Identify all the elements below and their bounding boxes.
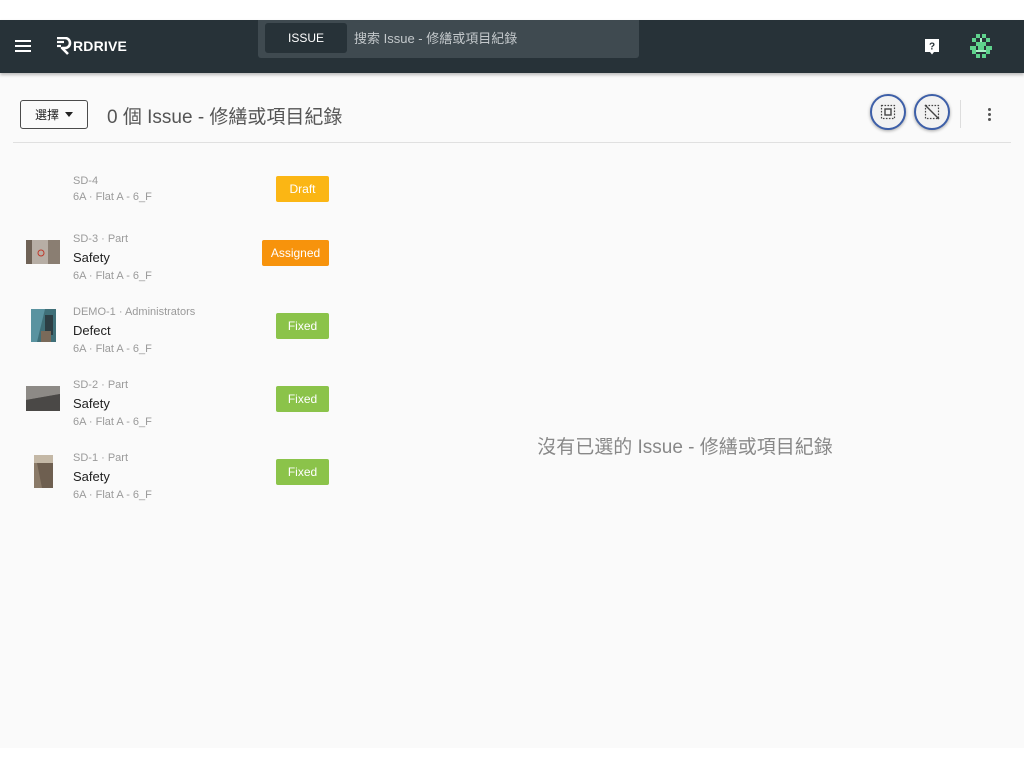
status-badge: Fixed <box>276 459 329 485</box>
status-badge: Fixed <box>276 386 329 412</box>
pixel-avatar[interactable] <box>968 33 994 59</box>
issue-type: Safety <box>73 469 110 484</box>
toolbar-divider <box>960 100 961 128</box>
search-input[interactable] <box>354 23 632 53</box>
deselect-icon <box>924 104 940 120</box>
issue-code: SD-2 · Part <box>73 379 129 391</box>
search-bar: ISSUE <box>258 20 639 58</box>
issue-type: Safety <box>73 396 110 411</box>
issue-thumbnail <box>26 240 60 264</box>
issue-list-item[interactable]: SD-3 · Part Safety 6A · Flat A - 6_F Ass… <box>0 226 350 296</box>
issue-code: SD-4 <box>73 175 99 187</box>
svg-text:?: ? <box>929 42 935 53</box>
issue-thumbnail <box>31 309 56 342</box>
issue-list-item[interactable]: SD-1 · Part Safety 6A · Flat A - 6_F Fix… <box>0 445 350 515</box>
header-divider <box>13 142 1011 143</box>
issue-thumbnail <box>34 455 53 488</box>
help-icon[interactable]: ? <box>924 38 940 55</box>
issue-list-item[interactable]: SD-2 · Part Safety 6A · Flat A - 6_F Fix… <box>0 372 350 442</box>
page-title: 0 個 Issue - 修繕或項目紀錄 <box>107 107 343 128</box>
status-badge: Assigned <box>262 240 329 266</box>
app-window: RDRIVE ISSUE ? <box>0 20 1024 748</box>
issue-thumbnail <box>26 386 60 411</box>
empty-selection-message: 沒有已選的 Issue - 修繕或項目紀錄 <box>537 437 833 458</box>
select-all-button[interactable] <box>870 94 906 130</box>
issue-location: 6A · Flat A - 6_F <box>73 270 152 282</box>
deselect-button[interactable] <box>914 94 950 130</box>
select-all-icon <box>880 104 896 120</box>
status-badge: Fixed <box>276 313 329 339</box>
issue-code: DEMO-1 · Administrators <box>73 306 196 318</box>
select-label: 選擇 <box>34 108 59 122</box>
rdrive-logo[interactable]: RDRIVE <box>56 36 127 56</box>
more-vert-icon[interactable] <box>979 104 999 124</box>
search-scope-button[interactable]: ISSUE <box>265 23 347 53</box>
rdrive-logo-icon <box>57 37 72 55</box>
issue-list-item[interactable]: DEMO-1 · Administrators Defect 6A · Flat… <box>0 299 350 369</box>
issue-type: Defect <box>73 323 111 338</box>
status-badge: Draft <box>276 176 329 202</box>
select-dropdown-button[interactable]: 選擇 <box>20 100 88 129</box>
issue-type: Safety <box>73 250 110 265</box>
issue-code: SD-1 · Part <box>73 452 129 464</box>
top-app-bar: RDRIVE ISSUE ? <box>0 20 1024 73</box>
issue-location: 6A · Flat A - 6_F <box>73 416 152 428</box>
caret-down-icon <box>65 112 73 117</box>
hamburger-menu-icon[interactable] <box>15 40 31 52</box>
issue-code: SD-3 · Part <box>73 233 129 245</box>
issue-location: 6A · Flat A - 6_F <box>73 343 152 355</box>
issue-location: 6A · Flat A - 6_F <box>73 489 152 501</box>
logo-text: RDRIVE <box>73 38 128 54</box>
issue-location: 6A · Flat A - 6_F <box>73 191 152 203</box>
